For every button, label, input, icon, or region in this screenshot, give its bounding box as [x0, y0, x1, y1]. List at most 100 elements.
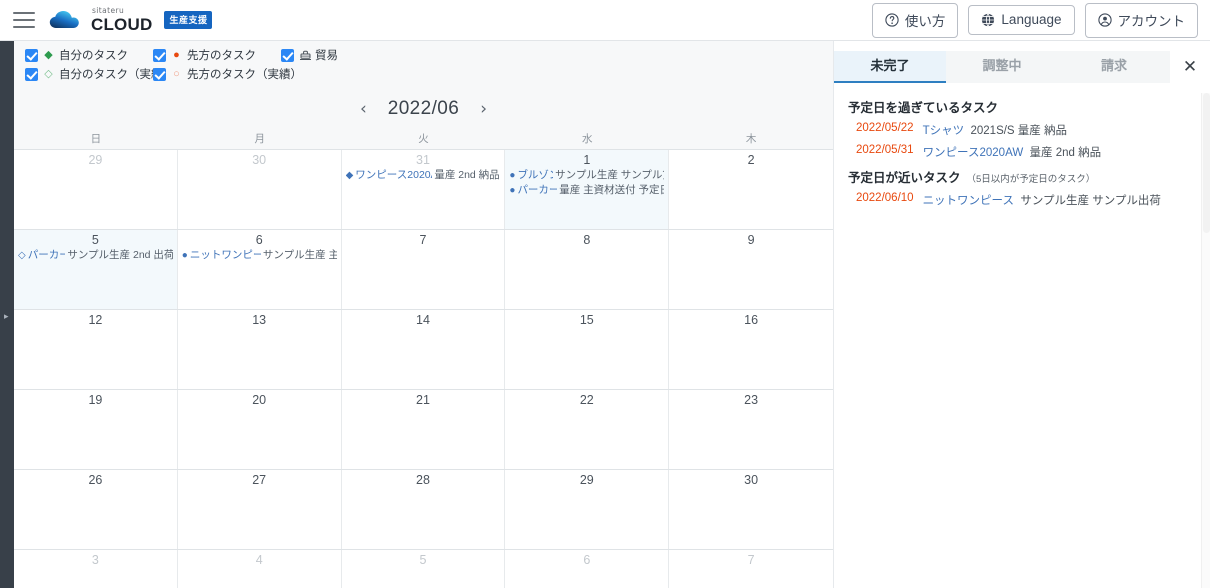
task-section-header: 予定日を過ぎているタスク: [834, 93, 1210, 119]
task-detail: 量産 2nd 納品: [1023, 147, 1102, 159]
chevron-right-icon[interactable]: ›: [476, 99, 491, 120]
calendar-week-row: 26 27 28 29 30: [14, 470, 833, 550]
calendar-day-cell[interactable]: 31◆ワンピース2020AW 量産 2nd 納品 予: [341, 150, 506, 229]
calendar-day-cell[interactable]: 1●ブルゾン サンプル生産 サンプル貸出●パーカー 量産 主資材送付 予定日: [505, 150, 670, 229]
sidebar-collapsed-rail[interactable]: ▸: [0, 41, 14, 588]
calendar-day-cell[interactable]: 28: [341, 470, 506, 549]
calendar-day-cell[interactable]: 9: [669, 230, 833, 309]
task-panel-tab-0[interactable]: 未完了: [834, 51, 946, 83]
calendar-day-cell[interactable]: 26: [14, 470, 178, 549]
filter-partner-task[interactable]: ● 先方のタスク: [153, 47, 281, 63]
calendar-day-cell[interactable]: 3: [14, 550, 178, 588]
calendar-day-cell[interactable]: 5: [341, 550, 506, 588]
task-section-header: 予定日が近いタスク （5日以内が予定日のタスク）: [834, 163, 1210, 189]
task-panel: 未完了 調整中 請求 ✕ 予定日を過ぎているタスク 2022/05/22 Tシャツ 202…: [833, 41, 1210, 588]
brand-text: sitateru CLOUD: [91, 7, 152, 33]
day-number: 4: [255, 553, 263, 567]
calendar-day-cell[interactable]: 14: [341, 310, 506, 389]
filter-partner-task-actual-checkbox[interactable]: [153, 67, 166, 81]
calendar-day-cell[interactable]: 15: [505, 310, 670, 389]
calendar-day-cell[interactable]: 5◇パーカー サンプル生産 2nd 出荷済: [14, 230, 178, 309]
calendar-event[interactable]: ◇パーカー サンプル生産 2nd 出荷済: [18, 248, 173, 263]
weekday-label-0: 日: [90, 133, 102, 145]
calendar-day-cell[interactable]: 22: [505, 390, 670, 469]
calendar-day-cell[interactable]: 13: [177, 310, 342, 389]
calendar-day-cell[interactable]: 27: [177, 470, 342, 549]
filter-trade[interactable]: 貿易: [281, 47, 833, 63]
filter-partner-task-actual[interactable]: ○ 先方のタスク（実績）: [153, 66, 302, 82]
filter-trade-label[interactable]: 貿易: [315, 47, 338, 63]
calendar-day-cell[interactable]: 12: [14, 310, 178, 389]
calendar-day-cell[interactable]: 7: [341, 230, 506, 309]
day-number: 5: [91, 233, 99, 247]
calendar-event[interactable]: ●ニットワンピース サンプル生産 主資: [182, 248, 337, 263]
filter-own-task[interactable]: ◆ 自分のタスク: [25, 47, 153, 63]
day-number: 7: [747, 553, 755, 567]
task-name: ニットワンピース サンプル生産 サンプル出荷: [923, 192, 1161, 208]
calendar-day-cell[interactable]: 20: [177, 390, 342, 469]
task-panel-list: 予定日を過ぎているタスク 2022/05/22 Tシャツ 2021S/S 量産 納品…: [834, 83, 1210, 211]
day-number: 14: [416, 313, 430, 327]
calendar-day-cell[interactable]: 6●ニットワンピース サンプル生産 主資: [177, 230, 342, 309]
chevron-right-icon[interactable]: ▸: [4, 312, 9, 321]
chevron-left-icon[interactable]: ‹: [356, 99, 371, 120]
filter-own-task-actual[interactable]: ◇ 自分のタスク（実績）: [25, 66, 174, 82]
day-number: 21: [416, 393, 430, 407]
task-row[interactable]: 2022/05/31 ワンピース2020AW 量産 2nd 納品: [834, 141, 1210, 163]
language-button-label: Language: [1001, 12, 1062, 27]
calendar-day-cell[interactable]: 4: [177, 550, 342, 588]
calendar-day-cell[interactable]: 19: [14, 390, 178, 469]
question-circle-icon: [885, 12, 899, 27]
task-row[interactable]: 2022/05/22 Tシャツ 2021S/S 量産 納品: [834, 119, 1210, 141]
task-panel-scrollbar-thumb[interactable]: [1203, 93, 1210, 233]
close-icon[interactable]: ✕: [1170, 58, 1210, 76]
top-actions: 使い方 Language アカウント: [871, 2, 1198, 38]
filter-own-task-checkbox[interactable]: [25, 48, 38, 62]
calendar-day-cell[interactable]: 30: [177, 150, 342, 229]
account-button-label: アカウント: [1117, 13, 1186, 29]
filter-partner-task-label[interactable]: 先方のタスク: [187, 47, 256, 63]
calendar-event-name: ワンピース2020AW: [355, 169, 432, 181]
calendar-day-cell[interactable]: 16: [669, 310, 833, 389]
task-panel-scrollbar[interactable]: [1201, 93, 1210, 588]
account-button[interactable]: アカウント: [1084, 2, 1198, 38]
calendar-day-cell[interactable]: 7: [669, 550, 833, 588]
filter-own-task-label[interactable]: 自分のタスク: [59, 47, 128, 63]
brand-badge: 生産支援: [164, 11, 213, 29]
calendar-day-cell[interactable]: 8: [505, 230, 670, 309]
task-due-date: 2022/06/10: [856, 192, 914, 204]
weekday-label-3: 水: [582, 133, 593, 145]
calendar-day-cell[interactable]: 2: [669, 150, 833, 229]
task-row[interactable]: 2022/06/10 ニットワンピース サンプル生産 サンプル出荷: [834, 189, 1210, 211]
filter-partner-task-checkbox[interactable]: [153, 48, 166, 62]
weekday-label-2: 火: [418, 133, 429, 145]
help-button[interactable]: 使い方: [871, 2, 959, 38]
calendar-event[interactable]: ◆ワンピース2020AW 量産 2nd 納品 予: [346, 168, 501, 183]
calendar-day-cell[interactable]: 29: [14, 150, 178, 229]
task-panel-tab-2[interactable]: 請求: [1058, 51, 1170, 83]
brand-main: CLOUD: [91, 14, 153, 34]
calendar-event-suffix: サンプル生産 2nd 出荷済: [67, 249, 172, 261]
calendar-day-cell[interactable]: 30: [669, 470, 833, 549]
calendar-event-name: ニットワンピース: [189, 249, 261, 261]
day-number: 20: [252, 393, 267, 407]
filter-trade-checkbox[interactable]: [281, 48, 294, 62]
day-number: 13: [252, 313, 267, 327]
hamburger-icon[interactable]: [13, 12, 35, 28]
calendar-day-cell[interactable]: 23: [669, 390, 833, 469]
task-panel-tab-1[interactable]: 調整中: [946, 51, 1058, 83]
day-number: 29: [88, 153, 103, 167]
calendar-day-cell[interactable]: 21: [341, 390, 506, 469]
filter-own-task-actual-checkbox[interactable]: [25, 67, 38, 81]
calendar-week-row: 5◇パーカー サンプル生産 2nd 出荷済6●ニットワンピース サンプル生産 主…: [14, 230, 833, 310]
language-button[interactable]: Language: [968, 5, 1075, 35]
calendar-event-name: パーカー: [27, 249, 66, 261]
calendar-day-cell[interactable]: 6: [505, 550, 670, 588]
day-number: 27: [252, 473, 267, 487]
diamond-o-icon: ◆: [345, 170, 354, 181]
calendar-event[interactable]: ● パーカー 量産 主資材送付 予定日: [509, 183, 664, 198]
calendar-week-row: 19 20 21 22 23: [14, 390, 833, 470]
calendar-day-cell[interactable]: 29: [505, 470, 670, 549]
calendar-event[interactable]: ●ブルゾン サンプル生産 サンプル貸出: [509, 168, 664, 183]
brand-logo[interactable]: sitateru CLOUD 生産支援: [49, 7, 213, 33]
